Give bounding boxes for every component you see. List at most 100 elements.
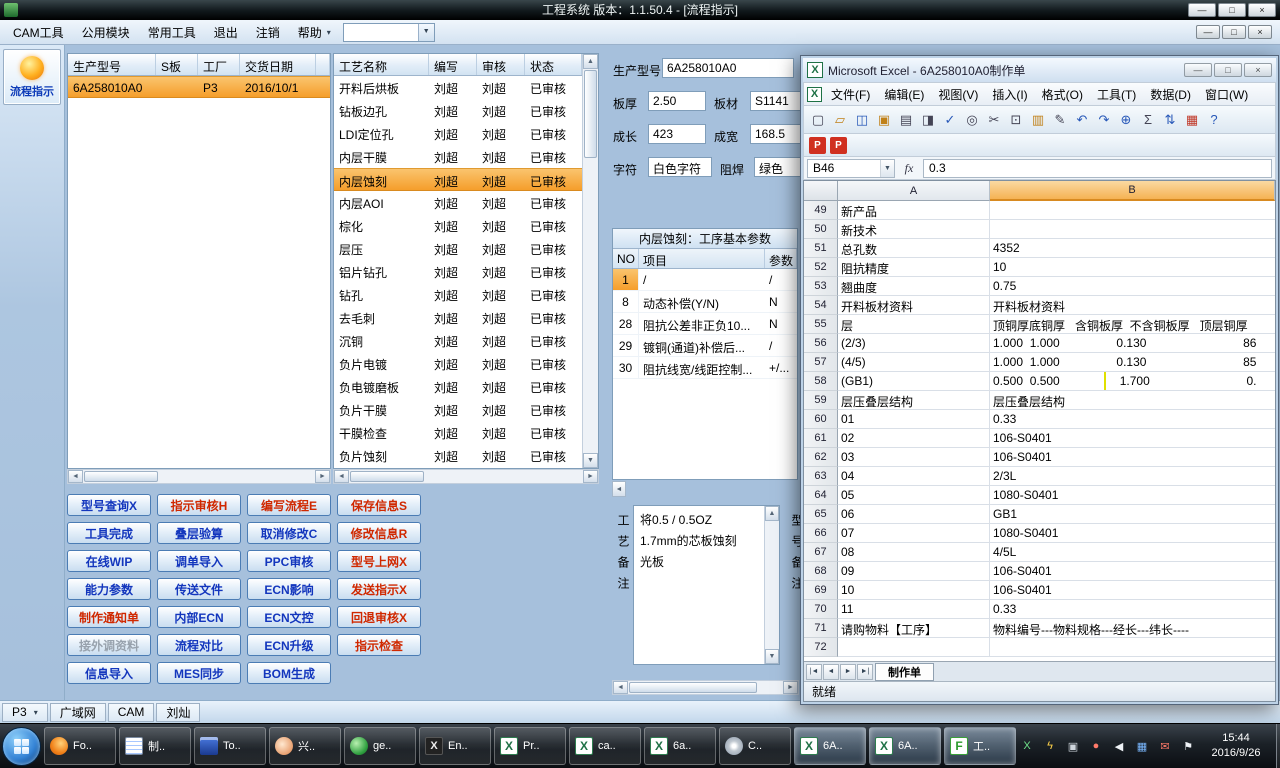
process-row[interactable]: 内层蚀刻 刘超 刘超 已审核 xyxy=(334,168,582,191)
process-table-hscrollbar[interactable] xyxy=(333,469,599,484)
cell-column-a[interactable]: 06 xyxy=(838,505,990,524)
param-row[interactable]: 30 阻抗线宽/线距控制... +/... xyxy=(613,357,797,379)
window-icon[interactable]: ▣ xyxy=(1065,738,1081,754)
param-row[interactable]: 29 镀铜(通道)补偿后... / xyxy=(613,335,797,357)
column-header[interactable]: 工艺名称 xyxy=(334,54,429,75)
process-row[interactable]: 沉铜 刘超 刘超 已审核 xyxy=(334,329,582,352)
scroll-down-icon[interactable] xyxy=(765,649,779,664)
flash-icon[interactable]: ϟ xyxy=(1042,738,1058,754)
permission-icon[interactable]: ▣ xyxy=(874,110,894,130)
action-button[interactable]: MES同步 xyxy=(157,662,241,684)
row-number[interactable]: 66 xyxy=(804,524,838,543)
row-number[interactable]: 72 xyxy=(804,638,838,657)
action-button[interactable]: 工具完成 xyxy=(67,522,151,544)
taskbar-app-button[interactable]: Fo.. xyxy=(44,727,116,765)
close-button[interactable]: × xyxy=(1244,63,1272,77)
help-icon[interactable]: ? xyxy=(1204,110,1224,130)
undo-icon[interactable]: ↶ xyxy=(1072,110,1092,130)
cell-column-a[interactable]: 03 xyxy=(838,448,990,467)
column-header[interactable]: 审核 xyxy=(477,54,525,75)
cell-column-a[interactable]: 新产品 xyxy=(838,201,990,220)
menu-item[interactable]: 帮助 xyxy=(289,20,331,45)
cell-column-b[interactable]: 0.75 xyxy=(990,277,1275,296)
spelling-icon[interactable]: ✓ xyxy=(940,110,960,130)
new-icon[interactable]: ▢ xyxy=(808,110,828,130)
flow-indicator-button[interactable]: 流程指示 xyxy=(3,49,61,105)
excel-menu-item[interactable]: 格式(O) xyxy=(1035,83,1090,105)
row-number[interactable]: 61 xyxy=(804,429,838,448)
column-header[interactable]: 参数 xyxy=(765,249,797,268)
cell-column-b[interactable]: 1.000 1.000 0.130 86 xyxy=(990,334,1275,353)
cell-column-b[interactable]: 顶铜厚底铜厚 含铜板厚 不含铜板厚 顶层铜厚 xyxy=(990,315,1275,334)
row-number[interactable]: 71 xyxy=(804,619,838,638)
cell-column-b[interactable]: 1080-S0401 xyxy=(990,486,1275,505)
action-button[interactable]: 在线WIP xyxy=(67,550,151,572)
excel-menu-item[interactable]: 文件(F) xyxy=(824,83,877,105)
copy-icon[interactable]: ⊡ xyxy=(1006,110,1026,130)
param-row[interactable]: 1 / / xyxy=(613,269,797,291)
sheet-nav-icon[interactable]: |◄ xyxy=(806,663,822,680)
action-button[interactable]: 接外调资料 xyxy=(67,634,151,656)
network-icon[interactable]: ▦ xyxy=(1134,738,1150,754)
cell-column-a[interactable]: 层 xyxy=(838,315,990,334)
notes-vscrollbar[interactable] xyxy=(764,506,779,664)
row-number[interactable]: 57 xyxy=(804,353,838,372)
sort-asc-icon[interactable]: ⇅ xyxy=(1160,110,1180,130)
excel-menu-item[interactable]: 窗口(W) xyxy=(1198,83,1255,105)
cell-column-a[interactable]: 总孔数 xyxy=(838,239,990,258)
scroll-up-icon[interactable] xyxy=(583,54,598,69)
length-field[interactable]: 423 xyxy=(648,124,706,144)
research-icon[interactable]: ◎ xyxy=(962,110,982,130)
row-number[interactable]: 51 xyxy=(804,239,838,258)
taskbar-app-button[interactable]: 兴.. xyxy=(269,727,341,765)
action-button[interactable]: ECN文控 xyxy=(247,606,331,628)
column-header-b-selected[interactable]: B xyxy=(990,181,1275,201)
production-row-selected[interactable]: 6A258010A0 P3 2016/10/1 xyxy=(68,76,330,98)
sheet-nav-icon[interactable]: ◄ xyxy=(823,663,839,680)
cell-column-b[interactable]: 0.33 xyxy=(990,600,1275,619)
preview-icon[interactable]: ◨ xyxy=(918,110,938,130)
minimize-button[interactable]: — xyxy=(1188,3,1216,17)
column-header[interactable]: S板 xyxy=(156,54,198,75)
scroll-right-icon[interactable] xyxy=(783,681,798,694)
cell-column-a[interactable]: 10 xyxy=(838,581,990,600)
cell-column-b[interactable]: 0.500 0.500 1.700 0. xyxy=(990,372,1275,391)
scroll-up-icon[interactable] xyxy=(765,506,779,521)
column-header-a[interactable]: A xyxy=(838,181,990,201)
action-button[interactable]: PPC审核 xyxy=(247,550,331,572)
cell-column-a[interactable]: 11 xyxy=(838,600,990,619)
minimize-button[interactable]: — xyxy=(1196,25,1220,39)
excel-menu-item[interactable]: 工具(T) xyxy=(1090,83,1143,105)
cell-column-b[interactable]: GB1 xyxy=(990,505,1275,524)
insert-function-icon[interactable]: fx xyxy=(895,161,923,176)
cell-column-a[interactable]: 02 xyxy=(838,429,990,448)
process-row[interactable]: 去毛刺 刘超 刘超 已审核 xyxy=(334,306,582,329)
column-header[interactable]: 项目 xyxy=(639,249,765,268)
row-number[interactable]: 55 xyxy=(804,315,838,334)
process-table-vscrollbar[interactable] xyxy=(582,54,598,468)
paste-icon[interactable]: ▥ xyxy=(1028,110,1048,130)
process-row[interactable]: 内层AOI 刘超 刘超 已审核 xyxy=(334,191,582,214)
process-row[interactable]: 钻孔 刘超 刘超 已审核 xyxy=(334,283,582,306)
close-button[interactable]: × xyxy=(1248,25,1272,39)
row-number[interactable]: 62 xyxy=(804,448,838,467)
action-button[interactable]: 回退审核X xyxy=(337,606,421,628)
cell-column-b[interactable]: 层压叠层结构 xyxy=(990,391,1275,410)
action-button[interactable]: 信息导入 xyxy=(67,662,151,684)
cell-column-b[interactable]: 1.000 1.000 0.130 85 xyxy=(990,353,1275,372)
action-button[interactable]: 修改信息R xyxy=(337,522,421,544)
taskbar-app-button[interactable]: 工.. xyxy=(944,727,1016,765)
cell-column-a[interactable]: (4/5) xyxy=(838,353,990,372)
quick-select-combobox[interactable] xyxy=(342,22,435,42)
action-button[interactable]: 指示检查 xyxy=(337,634,421,656)
cell-column-a[interactable]: 05 xyxy=(838,486,990,505)
process-row[interactable]: LDI定位孔 刘超 刘超 已审核 xyxy=(334,122,582,145)
row-number[interactable]: 65 xyxy=(804,505,838,524)
column-header[interactable]: 工厂 xyxy=(198,54,240,75)
action-button[interactable]: 能力参数 xyxy=(67,578,151,600)
cell-column-a[interactable]: 09 xyxy=(838,562,990,581)
action-button[interactable]: 发送指示X xyxy=(337,578,421,600)
scroll-thumb[interactable] xyxy=(629,682,757,693)
action-button[interactable]: 取消修改C xyxy=(247,522,331,544)
cell-column-b[interactable]: 物料编号---物料规格---经长---纬长---- xyxy=(990,619,1275,638)
